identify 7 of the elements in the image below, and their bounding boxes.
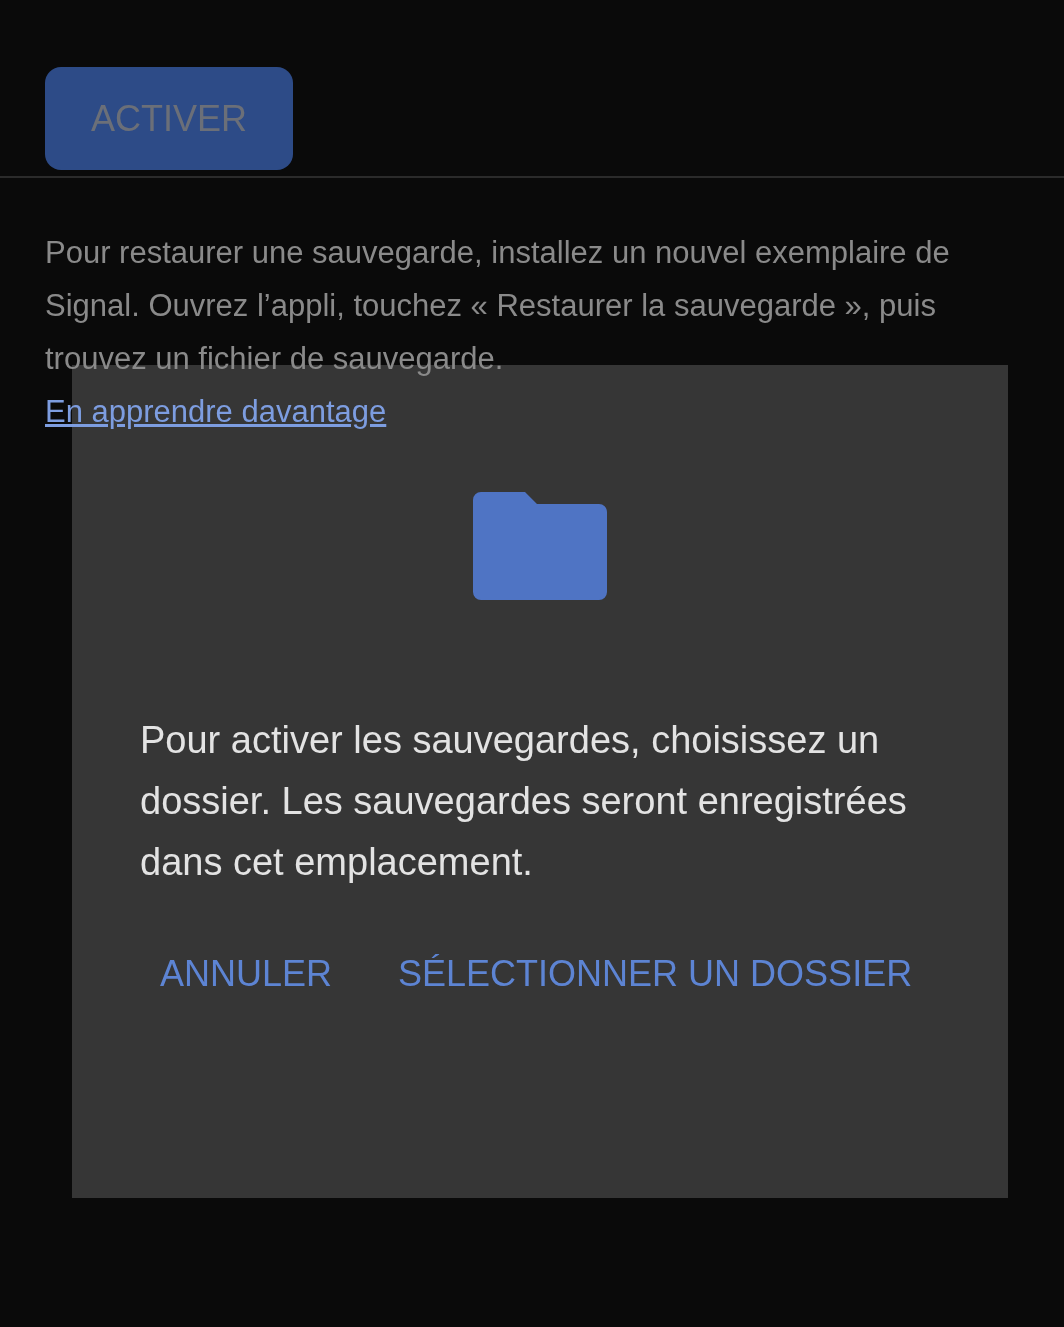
folder-icon [473,492,607,600]
dialog-button[interactable]: ANNULER [160,953,333,995]
dialog-message: Pour activer les sauvegardes, choisissez un dossier. Les sauvegardes seront enregistrées dans cet emplacement. [140,718,908,885]
activate-button[interactable]: ACTIVER [45,67,293,170]
learn-more-link[interactable]: En apprendre davantage [45,394,387,429]
restore-info-text: Pour restaurer une sauvegarde, installez un nouvel exemplaire de Signal. Ouvrez l’appli, touchez « Restaurer la sauvegarde », puis trouvez un fichier de sauvegarde. En apprendre davantage [45,234,951,431]
dialog-button[interactable]: SÉLECTIONNER UN DOSSIER [398,953,913,995]
